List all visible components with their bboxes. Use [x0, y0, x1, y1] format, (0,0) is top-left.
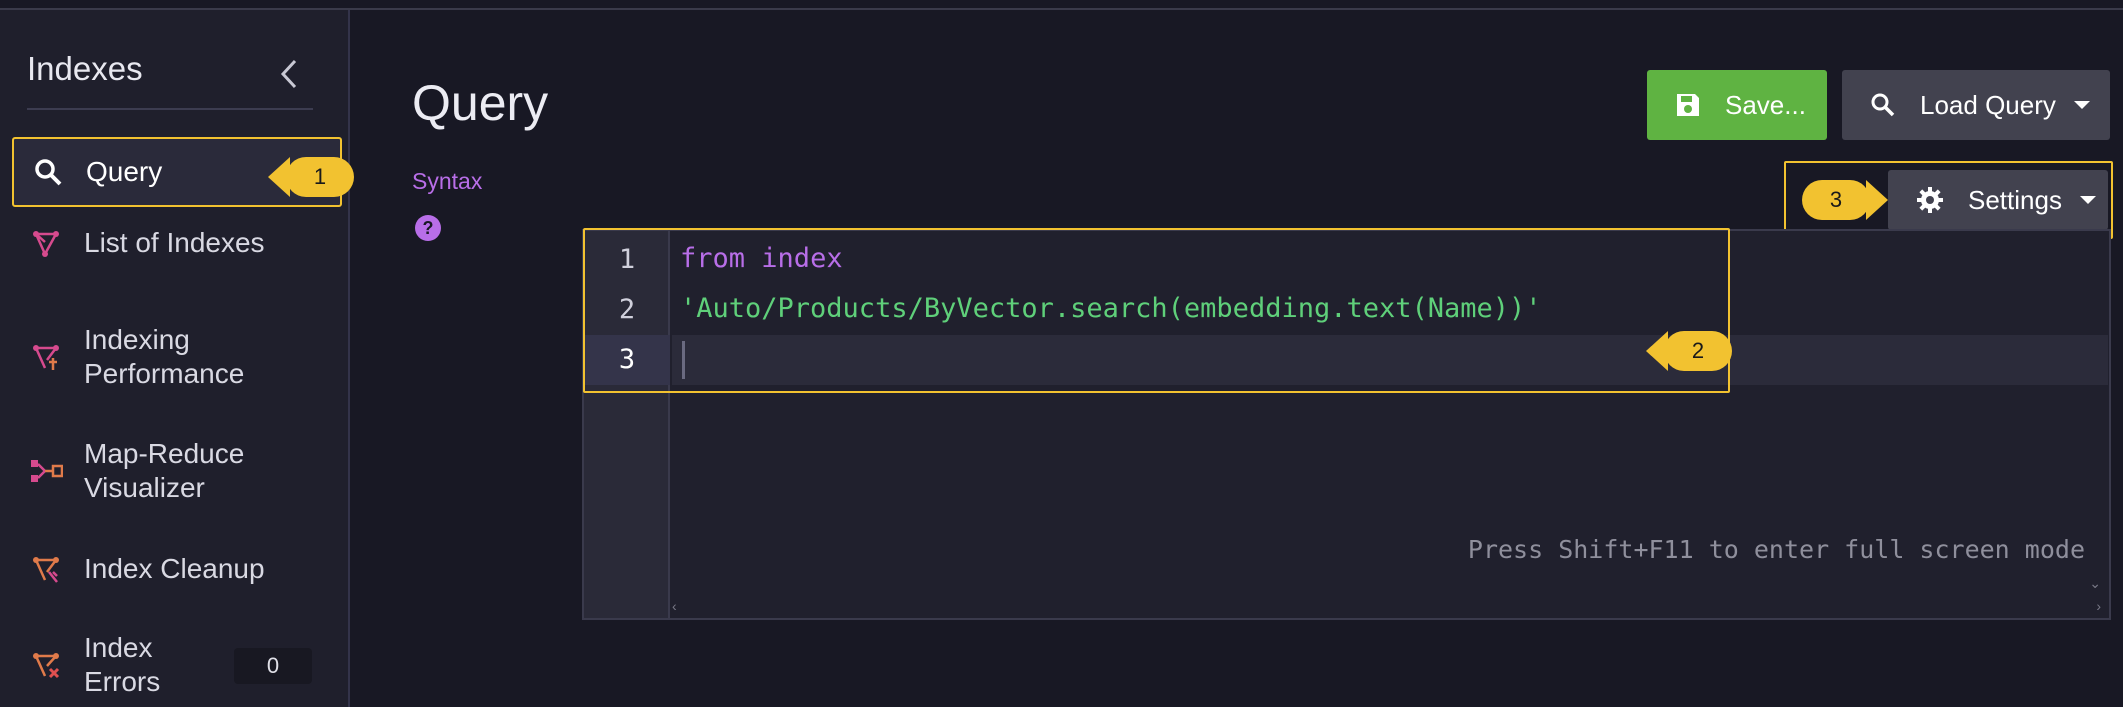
- save-button[interactable]: Save...: [1647, 70, 1827, 140]
- save-button-label: Save...: [1725, 89, 1806, 120]
- indexing-performance-icon: [26, 337, 66, 377]
- error-count-badge: 0: [234, 648, 312, 684]
- sidebar: Indexes Query List of Indexes Indexing P…: [0, 10, 350, 707]
- sidebar-title: Indexes: [27, 50, 143, 87]
- query-editor[interactable]: 1 2 3 from index 'Auto/Products/ByVector…: [582, 229, 2111, 620]
- svg-text:?: ?: [423, 218, 434, 238]
- line-number: 3: [584, 335, 670, 385]
- sidebar-item-index-errors[interactable]: Index Errors 0: [12, 628, 342, 702]
- syntax-link[interactable]: Syntax: [412, 168, 482, 195]
- callout-1: 1: [268, 157, 354, 197]
- index-cleanup-icon: [26, 549, 66, 589]
- chevron-left-icon: [280, 59, 297, 89]
- settings-label: Settings: [1968, 184, 2062, 215]
- collapse-sidebar-button[interactable]: [272, 54, 306, 94]
- sidebar-item-label: List of Indexes: [84, 227, 265, 258]
- index-list-icon: [26, 223, 66, 263]
- sidebar-item-label-line1: Index: [84, 632, 153, 663]
- caret-down-icon: [2073, 101, 2090, 109]
- keyword-index: index: [761, 243, 843, 274]
- sidebar-divider: [27, 108, 313, 110]
- index-errors-icon: [26, 645, 66, 685]
- callout-3: 3: [1802, 180, 1888, 220]
- line-number: 2: [618, 294, 636, 325]
- text-cursor: [682, 341, 685, 379]
- search-icon: [28, 152, 68, 192]
- sidebar-item-map-reduce-visualizer[interactable]: Map-Reduce Visualizer: [12, 434, 342, 508]
- load-query-label: Load Query: [1920, 89, 2056, 120]
- sidebar-item-label: Index Cleanup: [84, 553, 265, 584]
- scroll-right-arrow[interactable]: ›: [2096, 598, 2101, 614]
- current-line-highlight: [672, 335, 2108, 385]
- sidebar-item-label-line1: Indexing: [84, 324, 190, 355]
- scroll-left-arrow[interactable]: ‹: [672, 598, 677, 614]
- sidebar-item-label: Query: [86, 156, 163, 187]
- search-icon: [1870, 92, 1896, 118]
- sidebar-item-label-line2: Performance: [84, 358, 245, 389]
- floppy-disk-icon: [1675, 92, 1701, 118]
- gear-icon: [1916, 186, 1944, 214]
- help-icon[interactable]: ?: [414, 214, 442, 242]
- fullscreen-hint: Press Shift+F11 to enter full screen mod…: [1467, 535, 2085, 564]
- page-title: Query: [412, 75, 549, 131]
- sidebar-item-indexing-performance[interactable]: Indexing Performance: [12, 320, 342, 394]
- keyword-from: from: [680, 243, 746, 274]
- code-line-1: from index: [680, 243, 843, 274]
- sidebar-item-label-line2: Visualizer: [84, 472, 205, 503]
- callout-2: 2: [1646, 331, 1732, 371]
- load-query-button[interactable]: Load Query: [1842, 70, 2110, 140]
- caret-down-icon: [2079, 196, 2096, 204]
- scroll-down-arrow[interactable]: ⌄: [2089, 575, 2101, 592]
- line-number: 1: [618, 244, 636, 275]
- sidebar-item-list-of-indexes[interactable]: List of Indexes: [12, 216, 342, 270]
- code-line-2: 'Auto/Products/ByVector.search(embedding…: [680, 293, 1542, 324]
- map-reduce-icon: [26, 451, 66, 491]
- sidebar-item-label-line1: Map-Reduce: [84, 438, 245, 469]
- sidebar-item-label-line2: Errors: [84, 666, 161, 697]
- settings-button[interactable]: Settings: [1888, 170, 2108, 230]
- sidebar-item-index-cleanup[interactable]: Index Cleanup: [12, 542, 342, 596]
